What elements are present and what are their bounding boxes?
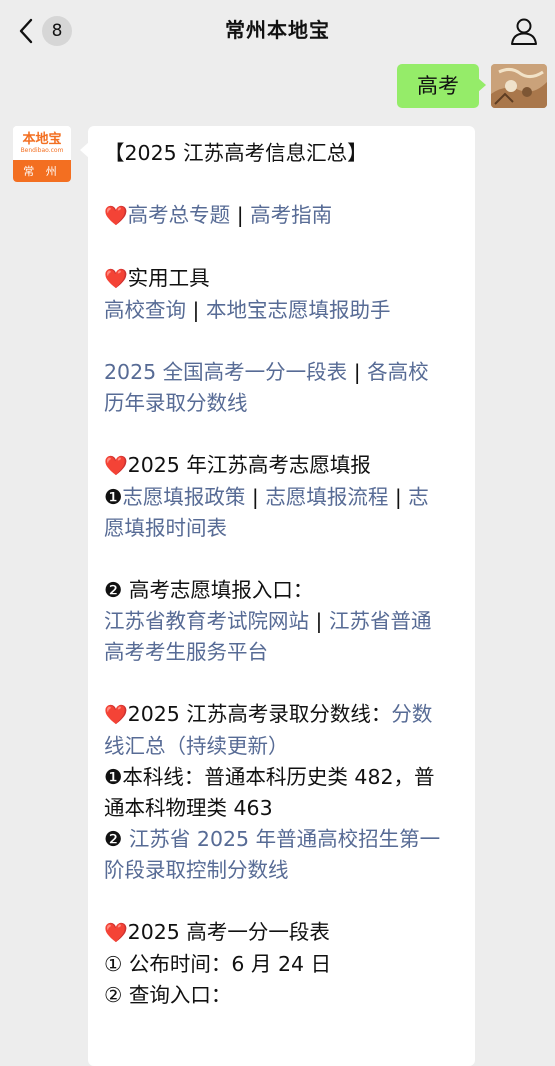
bullet-1: ❶ bbox=[104, 765, 123, 789]
entry-label: 高考志愿填报入口： bbox=[122, 578, 314, 602]
message-body: 【2025 江苏高考信息汇总】 ❤️高考总专题 | 高考指南 ❤️实用工具 高校… bbox=[104, 138, 462, 1011]
incoming-message-bubble: 【2025 江苏高考信息汇总】 ❤️高考总专题 | 高考指南 ❤️实用工具 高校… bbox=[80, 126, 475, 1066]
heart-icon: ❤️ bbox=[104, 268, 128, 290]
link-score-ranking-table[interactable]: 2025 全国高考一分一段表 bbox=[104, 360, 347, 384]
bullet-2: ❷ bbox=[104, 578, 123, 602]
person-icon bbox=[511, 18, 537, 45]
heart-icon: ❤️ bbox=[104, 205, 128, 227]
link-historical-cutoffs-cont[interactable]: 历年录取分数线 bbox=[104, 391, 248, 415]
undergrad-line-text: 本科线：普通本科历史类 482，普 bbox=[122, 765, 435, 789]
link-application-schedule[interactable]: 志 bbox=[408, 485, 429, 509]
bendibao-logo: 本地宝 Bendibao.com bbox=[13, 126, 71, 160]
chat-title: 常州本地宝 bbox=[225, 18, 330, 42]
heart-icon: ❤️ bbox=[104, 922, 128, 944]
link-cutoff-summary-cont[interactable]: 线汇总（持续更新） bbox=[104, 734, 289, 758]
outgoing-message-bubble[interactable]: 高考 bbox=[397, 64, 486, 108]
link-candidate-platform-cont[interactable]: 高考考生服务平台 bbox=[104, 640, 268, 664]
bullet-2: ❷ bbox=[104, 827, 123, 851]
section-title-ranking: 2025 高考一分一段表 bbox=[127, 920, 330, 944]
link-application-helper[interactable]: 本地宝志愿填报助手 bbox=[206, 298, 391, 322]
top-nav-bar: 8 常州本地宝 bbox=[0, 0, 555, 62]
profile-button[interactable] bbox=[507, 14, 541, 48]
outgoing-message-row: 高考 bbox=[397, 64, 547, 108]
link-application-schedule-cont[interactable]: 愿填报时间表 bbox=[104, 516, 227, 540]
link-cutoff-summary[interactable]: 分数 bbox=[391, 702, 432, 726]
link-application-process[interactable]: 志愿填报流程 bbox=[265, 485, 388, 509]
link-application-policy[interactable]: 志愿填报政策 bbox=[122, 485, 245, 509]
heart-icon: ❤️ bbox=[104, 455, 128, 477]
bullet-1: ❶ bbox=[104, 485, 123, 509]
publish-time: ① 公布时间：6 月 24 日 bbox=[104, 952, 332, 976]
undergrad-line-text-cont: 通本科物理类 463 bbox=[104, 796, 273, 820]
heart-icon: ❤️ bbox=[104, 704, 128, 726]
link-exam-institute[interactable]: 江苏省教育考试院网站 bbox=[104, 609, 309, 633]
section-title-tools: 实用工具 bbox=[127, 266, 210, 290]
section-title-cutoffs: 2025 江苏高考录取分数线： bbox=[127, 702, 392, 726]
link-gaokao-guide[interactable]: 高考指南 bbox=[250, 203, 332, 227]
user-avatar[interactable] bbox=[491, 64, 547, 108]
query-entry-label: ② 查询入口： bbox=[104, 983, 232, 1007]
link-historical-cutoffs[interactable]: 各高校 bbox=[367, 360, 429, 384]
link-first-stage-cutoff-cont[interactable]: 阶段录取控制分数线 bbox=[104, 858, 289, 882]
link-gaokao-topic[interactable]: 高考总专题 bbox=[128, 203, 231, 227]
link-college-search[interactable]: 高校查询 bbox=[104, 298, 186, 322]
account-avatar[interactable]: 本地宝 Bendibao.com 常 州 bbox=[13, 126, 71, 182]
message-title: 【2025 江苏高考信息汇总】 bbox=[104, 141, 368, 165]
link-candidate-platform[interactable]: 江苏省普通 bbox=[329, 609, 432, 633]
section-title-application: 2025 年江苏高考志愿填报 bbox=[127, 453, 371, 477]
logo-city-label: 常 州 bbox=[13, 160, 71, 182]
link-first-stage-cutoff[interactable]: 江苏省 2025 年普通高校招生第一 bbox=[122, 827, 440, 851]
